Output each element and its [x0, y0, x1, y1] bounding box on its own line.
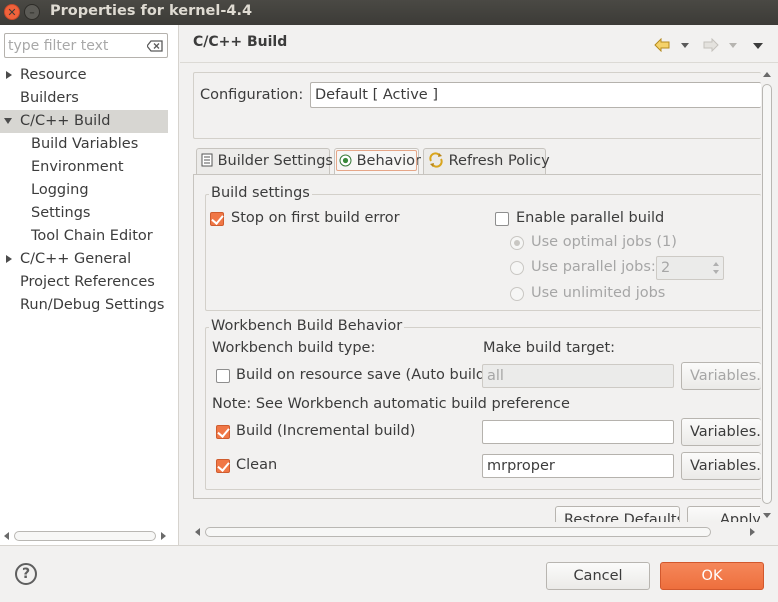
use-parallel-jobs-radio[interactable] — [510, 261, 524, 275]
incremental-build-label: Build (Incremental build) — [236, 423, 416, 439]
configuration-label: Configuration: — [200, 87, 304, 103]
workbench-legend: Workbench Build Behavior — [209, 318, 405, 334]
auto-build-variables-button[interactable]: Variables... — [681, 362, 761, 390]
stop-on-error-checkbox[interactable] — [210, 212, 224, 226]
tree-item-cpp-build[interactable]: C/C++ Build — [0, 110, 168, 133]
tree-item-environment[interactable]: Environment — [0, 156, 168, 179]
clean-variables-button[interactable]: Variables... — [681, 452, 761, 480]
tree-item-project-references[interactable]: Project References — [0, 271, 168, 294]
clear-filter-icon[interactable] — [147, 40, 163, 52]
close-window-button[interactable]: ✕ — [4, 4, 20, 20]
tree-item-settings[interactable]: Settings — [0, 202, 168, 225]
scroll-right-icon[interactable] — [747, 526, 757, 538]
enable-parallel-label: Enable parallel build — [516, 210, 665, 226]
page-title: C/C++ Build — [193, 34, 288, 50]
horizontal-scroll-thumb[interactable] — [205, 527, 711, 537]
refresh-icon — [429, 152, 443, 168]
workbench-note: Note: See Workbench automatic build pref… — [212, 396, 570, 412]
use-unlimited-jobs-radio[interactable] — [510, 287, 524, 301]
auto-build-target-input[interactable]: all — [482, 364, 674, 388]
apply-button[interactable]: Apply — [687, 506, 760, 522]
configuration-select[interactable]: Default [ Active ] — [310, 82, 761, 108]
minimize-window-button[interactable]: – — [24, 4, 40, 20]
collapse-icon[interactable] — [4, 118, 12, 124]
vertical-scroll-thumb[interactable] — [762, 84, 772, 504]
scroll-left-icon[interactable] — [2, 530, 12, 542]
tab-refresh-policy[interactable]: Refresh Policy — [423, 148, 550, 174]
incremental-variables-button[interactable]: Variables... — [681, 418, 761, 446]
property-tree: Resource Builders C/C++ Build Build Vari… — [0, 64, 168, 317]
view-menu-icon[interactable] — [752, 42, 764, 50]
tree-item-run-debug-settings[interactable]: Run/Debug Settings — [0, 294, 168, 317]
spinner-arrows-icon[interactable] — [712, 260, 720, 276]
tree-item-cpp-general[interactable]: C/C++ General — [0, 248, 168, 271]
dialog-separator — [0, 545, 778, 546]
page-vertical-scrollbar[interactable] — [761, 70, 773, 520]
back-arrow-icon[interactable] — [654, 38, 670, 52]
tree-scroll-thumb[interactable] — [14, 531, 156, 541]
use-unlimited-jobs-label: Use unlimited jobs — [531, 285, 666, 301]
tab-focus-ring — [336, 150, 417, 171]
tree-item-logging[interactable]: Logging — [0, 179, 168, 202]
enable-parallel-checkbox[interactable] — [495, 212, 509, 226]
scroll-left-icon[interactable] — [193, 526, 203, 538]
tab-builder-settings[interactable]: Builder Settings — [196, 148, 333, 174]
scroll-right-icon[interactable] — [158, 530, 168, 542]
tree-item-build-variables[interactable]: Build Variables — [0, 133, 168, 156]
builder-settings-icon — [201, 153, 213, 167]
auto-build-label: Build on resource save (Auto build) — [236, 367, 491, 383]
use-optimal-jobs-label: Use optimal jobs (1) — [531, 234, 677, 250]
help-icon[interactable]: ? — [15, 563, 37, 585]
workbench-build-type-label: Workbench build type: — [212, 340, 376, 356]
parallel-jobs-spinner[interactable]: 2 — [656, 256, 724, 280]
restore-defaults-button[interactable]: Restore Defaults — [555, 506, 680, 522]
page-horizontal-scrollbar[interactable] — [193, 526, 759, 538]
make-build-target-label: Make build target: — [483, 340, 616, 356]
use-parallel-jobs-label: Use parallel jobs: — [531, 259, 656, 275]
scroll-up-icon[interactable] — [761, 70, 773, 80]
clean-checkbox[interactable] — [216, 459, 230, 473]
header-separator — [180, 62, 778, 63]
auto-build-checkbox[interactable] — [216, 369, 230, 383]
tree-horizontal-scrollbar[interactable] — [2, 530, 168, 542]
clean-target-input[interactable]: mrproper — [482, 454, 674, 478]
ok-button[interactable]: OK — [660, 562, 764, 590]
filter-field[interactable] — [4, 33, 168, 58]
window-title: Properties for kernel-4.4 — [50, 3, 253, 19]
filter-input[interactable] — [8, 36, 146, 55]
tree-item-resource[interactable]: Resource — [0, 64, 168, 87]
tree-item-builders[interactable]: Builders — [0, 87, 168, 110]
forward-arrow-icon — [703, 38, 719, 52]
tree-item-tool-chain-editor[interactable]: Tool Chain Editor — [0, 225, 168, 248]
forward-menu-chevron-icon — [729, 43, 737, 48]
expand-icon[interactable] — [6, 255, 12, 263]
stop-on-error-label: Stop on first build error — [231, 210, 400, 226]
build-settings-legend: Build settings — [209, 185, 312, 201]
scroll-down-icon[interactable] — [761, 510, 773, 520]
clean-label: Clean — [236, 457, 278, 473]
use-optimal-jobs-radio[interactable] — [510, 236, 524, 250]
back-menu-chevron-icon[interactable] — [680, 42, 690, 50]
incremental-target-input[interactable] — [482, 420, 674, 444]
incremental-build-checkbox[interactable] — [216, 425, 230, 439]
cancel-button[interactable]: Cancel — [546, 562, 650, 590]
tab-behavior[interactable]: Behavior — [334, 148, 421, 174]
page-buttons-clip: Restore Defaults Apply — [180, 505, 760, 522]
expand-icon[interactable] — [6, 71, 12, 79]
